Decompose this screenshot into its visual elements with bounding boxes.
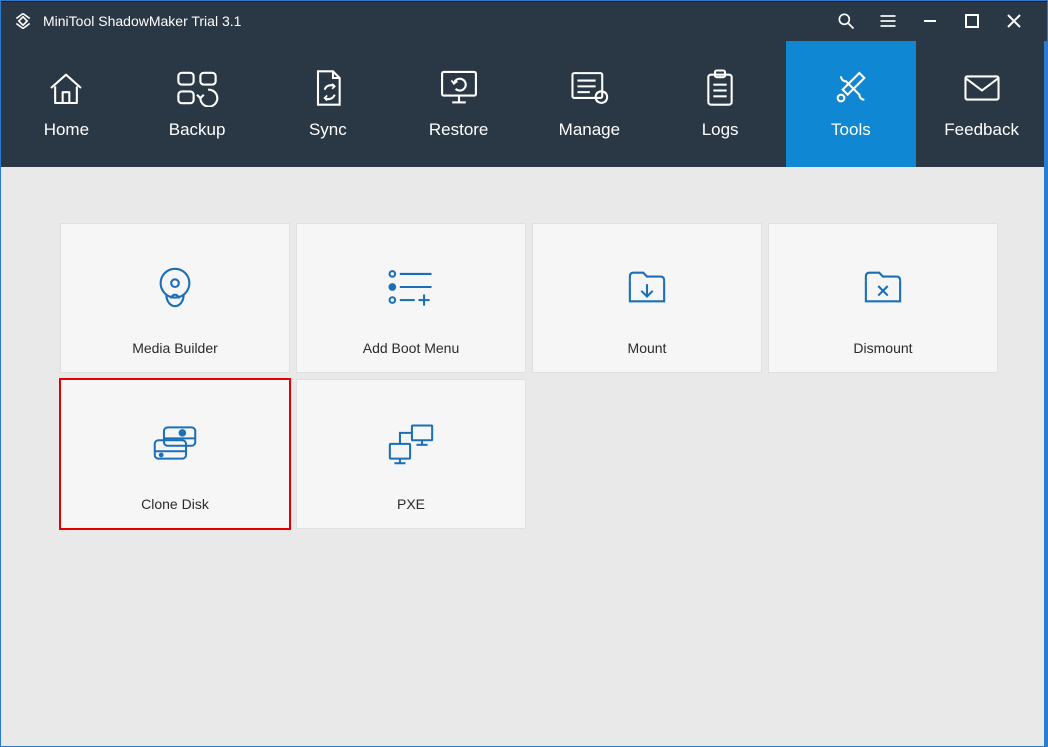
sync-icon xyxy=(311,68,345,108)
tile-label: PXE xyxy=(397,496,425,512)
add-boot-menu-icon xyxy=(383,266,439,313)
tile-label: Mount xyxy=(628,340,667,356)
tile-dismount[interactable]: Dismount xyxy=(768,223,998,373)
tile-clone-disk[interactable]: Clone Disk xyxy=(60,379,290,529)
clone-disk-icon xyxy=(149,420,201,471)
pxe-icon xyxy=(384,420,438,471)
tile-label: Media Builder xyxy=(132,340,218,356)
tools-panel: Media Builder Add Boot Menu xyxy=(2,167,1046,745)
main-nav: Home Backup Sync xyxy=(1,41,1047,167)
nav-label: Home xyxy=(44,120,89,140)
nav-restore[interactable]: Restore xyxy=(393,41,524,167)
home-icon xyxy=(46,68,86,108)
window-top-border xyxy=(1,1,1047,2)
tools-tile-grid: Media Builder Add Boot Menu xyxy=(60,223,990,529)
manage-icon xyxy=(568,68,610,108)
nav-label: Feedback xyxy=(944,120,1019,140)
nav-home[interactable]: Home xyxy=(1,41,132,167)
maximize-button[interactable] xyxy=(951,1,993,41)
tools-icon xyxy=(831,68,871,108)
nav-label: Backup xyxy=(169,120,226,140)
tile-media-builder[interactable]: Media Builder xyxy=(60,223,290,373)
app-logo-icon xyxy=(13,11,33,31)
close-button[interactable] xyxy=(993,1,1035,41)
tile-pxe[interactable]: PXE xyxy=(296,379,526,529)
nav-label: Sync xyxy=(309,120,347,140)
app-window: MiniTool ShadowMaker Trial 3.1 Home xyxy=(0,0,1048,747)
tile-mount[interactable]: Mount xyxy=(532,223,762,373)
nav-manage[interactable]: Manage xyxy=(524,41,655,167)
nav-label: Tools xyxy=(831,120,871,140)
titlebar: MiniTool ShadowMaker Trial 3.1 xyxy=(1,1,1047,41)
window-accent-border xyxy=(1044,41,1047,747)
tile-add-boot-menu[interactable]: Add Boot Menu xyxy=(296,223,526,373)
media-builder-icon xyxy=(152,264,198,315)
nav-sync[interactable]: Sync xyxy=(263,41,394,167)
tile-label: Clone Disk xyxy=(141,496,209,512)
tile-label: Dismount xyxy=(853,340,912,356)
nav-label: Manage xyxy=(559,120,620,140)
nav-backup[interactable]: Backup xyxy=(132,41,263,167)
backup-icon xyxy=(175,68,219,108)
restore-icon xyxy=(437,68,481,108)
mount-icon xyxy=(624,267,670,312)
minimize-button[interactable] xyxy=(909,1,951,41)
nav-feedback[interactable]: Feedback xyxy=(916,41,1047,167)
nav-logs[interactable]: Logs xyxy=(655,41,786,167)
window-title: MiniTool ShadowMaker Trial 3.1 xyxy=(43,13,241,29)
tile-label: Add Boot Menu xyxy=(363,340,460,356)
nav-label: Logs xyxy=(702,120,739,140)
search-icon[interactable] xyxy=(825,1,867,41)
nav-label: Restore xyxy=(429,120,489,140)
feedback-icon xyxy=(963,68,1001,108)
dismount-icon xyxy=(860,267,906,312)
nav-tools[interactable]: Tools xyxy=(786,41,917,167)
logs-icon xyxy=(703,68,737,108)
menu-icon[interactable] xyxy=(867,1,909,41)
